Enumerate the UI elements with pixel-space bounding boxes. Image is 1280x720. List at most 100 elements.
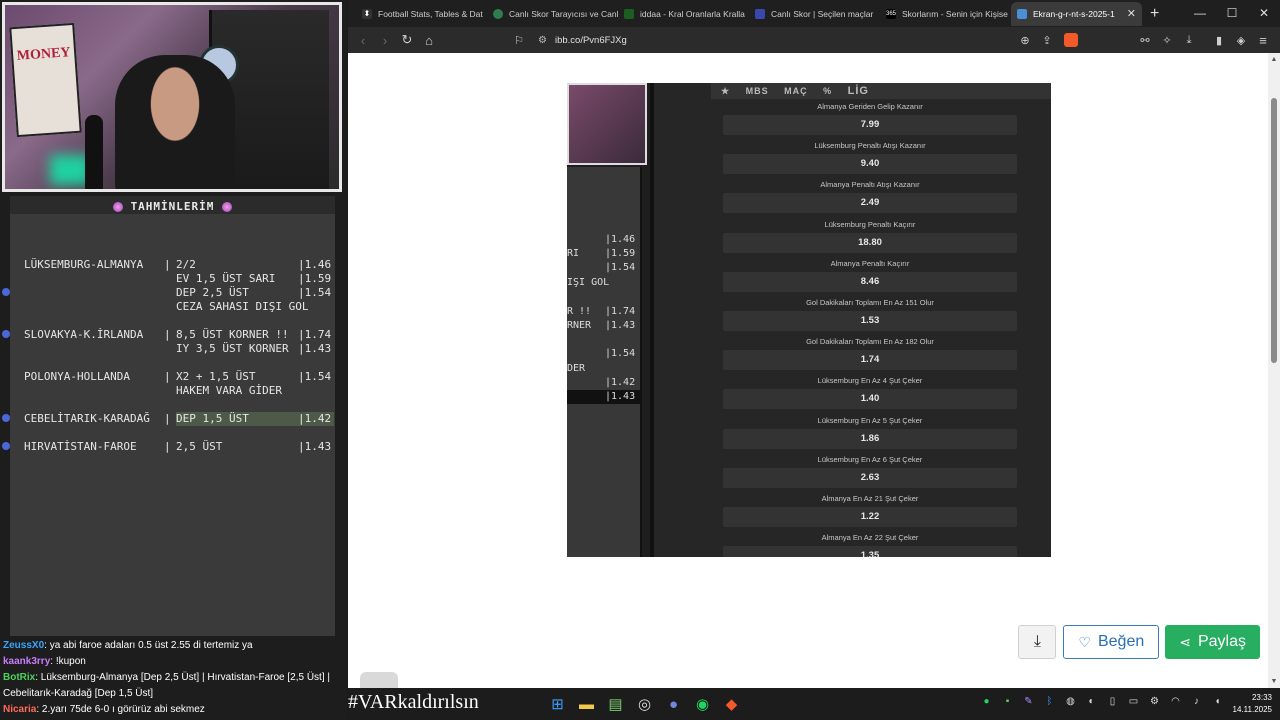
pick-line: 8,5 ÜST KORNER !! bbox=[176, 328, 289, 341]
spotify-icon[interactable]: ◉ bbox=[688, 694, 717, 714]
sidebar-icon[interactable]: ▮ bbox=[1208, 34, 1230, 47]
downloads-icon[interactable]: ⤓ bbox=[1178, 34, 1200, 47]
chat-message: Cebelitarık-Karadağ [Dep 1,5 Üst] bbox=[3, 688, 154, 699]
streamer bbox=[115, 55, 235, 189]
close-window-icon[interactable]: ✕ bbox=[1248, 0, 1280, 27]
market-odd: 1.22 bbox=[723, 506, 1017, 527]
separator: | bbox=[164, 258, 171, 271]
close-tab-icon[interactable]: ✕ bbox=[1127, 7, 1136, 20]
share-button[interactable]: ⋖ Paylaş bbox=[1165, 625, 1260, 659]
vpn-icon[interactable]: ⚯ bbox=[1134, 34, 1156, 47]
download-button[interactable]: ⤓ bbox=[1018, 625, 1057, 659]
scrollbar-thumb[interactable] bbox=[1271, 98, 1277, 363]
markets-header: ★ MBS MAÇ % LİG bbox=[711, 83, 1051, 99]
match-name: CEBELİTARIK-KARADAĞ bbox=[24, 412, 150, 425]
clock-date: 14.11.2025 bbox=[1232, 705, 1272, 714]
steam-icon[interactable]: ◐ bbox=[1081, 696, 1102, 707]
chat-message: kaank3rry: !kupon bbox=[3, 656, 86, 667]
tab-iddaa[interactable]: iddaa - Kral Oranlarla Kralla bbox=[618, 2, 749, 26]
picks: 2,5 ÜST bbox=[176, 440, 298, 454]
reload-icon[interactable]: ↻ bbox=[396, 32, 418, 48]
maximize-icon[interactable]: ☐ bbox=[1216, 0, 1248, 27]
scroll-up-icon[interactable]: ▲ bbox=[1270, 56, 1278, 63]
file-explorer-icon[interactable]: ▬ bbox=[572, 694, 601, 714]
tab-canli-skor[interactable]: Canlı Skor Tarayıcısı ve Canlı bbox=[487, 2, 618, 26]
odd-value: |1.42 bbox=[298, 412, 334, 426]
tab-football-stats[interactable]: ⬍ Football Stats, Tables & Dat bbox=[356, 2, 487, 26]
odds: |1.74 |1.43 bbox=[298, 328, 334, 356]
wallet-icon[interactable]: ◈ bbox=[1230, 34, 1252, 47]
share-icon[interactable]: ⇪ bbox=[1036, 34, 1058, 47]
site-info-icon[interactable]: ⚙ bbox=[538, 35, 547, 46]
back-icon[interactable]: ‹ bbox=[352, 33, 374, 48]
picks: 2/2 EV 1,5 ÜST SARI DEP 2,5 ÜST CEZA SAHASI… bbox=[176, 258, 308, 314]
odd-value bbox=[298, 300, 334, 314]
pick-line: DEP 2,5 ÜST bbox=[176, 286, 249, 299]
like-button[interactable]: ♡ Beğen bbox=[1063, 625, 1160, 659]
address-bar[interactable]: ⚙ ibb.co/Pvn6FJXg bbox=[538, 35, 627, 46]
panel-title: TAHMİNLERİM bbox=[10, 198, 335, 213]
usb-icon[interactable]: ▯ bbox=[1102, 696, 1123, 707]
brave-shields-icon[interactable] bbox=[1064, 33, 1078, 47]
pick-line: IY 3,5 ÜST KORNER bbox=[176, 342, 289, 355]
windows-start-icon[interactable]: ⊞ bbox=[543, 694, 572, 714]
settings-tray-icon[interactable]: ⚙ bbox=[1144, 696, 1165, 707]
pen-icon[interactable]: ✎ bbox=[1018, 696, 1039, 707]
menu-icon[interactable]: ≡ bbox=[1252, 33, 1274, 48]
odd-value: |1.43 bbox=[298, 342, 332, 355]
nav-toolbar: ‹ › ↻ ⌂ ⚐ ⚙ ibb.co/Pvn6FJXg ⊕ ⇪ ⚯ ✧ ⤓ ▮ … bbox=[348, 27, 1280, 53]
market-odd: 2.63 bbox=[723, 467, 1017, 488]
home-icon[interactable]: ⌂ bbox=[418, 33, 440, 48]
forward-icon[interactable]: › bbox=[374, 33, 396, 48]
odd-value bbox=[298, 384, 334, 398]
picks: X2 + 1,5 ÜST HAKEM VARA GİDER bbox=[176, 370, 298, 398]
taskbar-apps: ⊞ ▬ ▤ ◎ ● ◉ ◆ bbox=[543, 694, 746, 714]
uploaded-screenshot[interactable]: |1.46 RI |1.59 |1.54 IŞI GOL R !! |1.74 … bbox=[567, 83, 1051, 557]
clock[interactable]: 23:33 14.11.2025 bbox=[1233, 692, 1272, 716]
bookmark-icon[interactable]: ⚐ bbox=[508, 34, 530, 47]
obs-icon[interactable]: ◎ bbox=[630, 694, 659, 714]
tab-secilen-maclar[interactable]: Canlı Skor | Seçilen maçlar bbox=[749, 2, 880, 26]
market-item: Almanya Geriden Gelip Kazanır 7.99 bbox=[723, 101, 1017, 140]
market-name: Lüksemburg Penaltı Atışı Kazanır bbox=[814, 141, 926, 151]
market-item: Gol Dakikaları Toplamı En Az 151 Olur 1.5… bbox=[723, 297, 1017, 336]
chat-message: Nicaria: 2.yarı 75de 6-0 ı görürüz abi s… bbox=[3, 704, 205, 715]
minimize-icon[interactable]: — bbox=[1184, 0, 1216, 27]
tab-ekran-goruntusu[interactable]: Ekran-g-r-nt-s-2025-1 ✕ bbox=[1011, 1, 1142, 26]
new-tab-icon[interactable]: + bbox=[1150, 5, 1159, 23]
odds: |1.42 bbox=[298, 412, 334, 426]
spotify-tray-icon[interactable]: ● bbox=[976, 696, 997, 707]
discord-tray-icon[interactable]: ◍ bbox=[1060, 696, 1081, 707]
mic-icon[interactable]: ♪ bbox=[1186, 696, 1207, 707]
bet-row: HIRVATİSTAN-FAROE | 2,5 ÜST |1.43 bbox=[24, 440, 334, 454]
odd-value: |1.59 bbox=[298, 272, 332, 285]
market-item: Lüksemburg Penaltı Kaçırır 18.80 bbox=[723, 219, 1017, 258]
volume-icon[interactable]: ◖ bbox=[1207, 696, 1228, 707]
market-name: Almanya Penaltı Kaçırır bbox=[830, 258, 910, 268]
pick-line: EV 1,5 ÜST SARI bbox=[176, 272, 276, 285]
pick-line: X2 + 1,5 ÜST bbox=[176, 370, 256, 383]
zoom-icon[interactable]: ⊕ bbox=[1014, 34, 1036, 47]
bluetooth-icon[interactable]: ᛒ bbox=[1039, 696, 1060, 707]
brave-icon[interactable]: ◆ bbox=[717, 694, 746, 714]
controller-icon[interactable]: ▭ bbox=[1123, 696, 1144, 707]
extensions-icon[interactable]: ✧ bbox=[1156, 34, 1178, 47]
separator: | bbox=[164, 328, 171, 341]
match-name: POLONYA-HOLLANDA bbox=[24, 370, 130, 383]
chat-message: BotRix: Lüksemburg-Almanya [Dep 2,5 Üst]… bbox=[3, 672, 330, 683]
url-text: ibb.co/Pvn6FJXg bbox=[554, 34, 627, 46]
nvidia-icon[interactable]: ▪ bbox=[997, 696, 1018, 707]
discord-icon[interactable]: ● bbox=[659, 694, 688, 714]
notepad-icon[interactable]: ▤ bbox=[601, 694, 630, 714]
page-scrollbar[interactable]: ▲ ▼ bbox=[1268, 53, 1280, 688]
money-poster: MONEY bbox=[9, 22, 82, 138]
pick-line: 2/2 bbox=[176, 258, 196, 271]
tab-skorlarim[interactable]: 365 Skorlarım - Senin için Kişise bbox=[880, 2, 1011, 26]
wifi-icon[interactable]: ◠ bbox=[1165, 696, 1186, 707]
bet-row: LÜKSEMBURG-ALMANYA | 2/2 EV 1,5 ÜST SARI DEP… bbox=[24, 258, 334, 314]
predictions-panel: TAHMİNLERİM LÜKSEMBURG-ALMANYA | 2/2 EV 1,5… bbox=[10, 196, 335, 636]
match-name: SLOVAKYA-K.İRLANDA bbox=[24, 328, 144, 341]
market-item: Almanya En Az 22 Şut Çeker 1.35 bbox=[723, 532, 1017, 557]
browser-window: ⬍ Football Stats, Tables & Dat Canlı Skor… bbox=[348, 0, 1280, 692]
scroll-down-icon[interactable]: ▼ bbox=[1270, 678, 1278, 685]
